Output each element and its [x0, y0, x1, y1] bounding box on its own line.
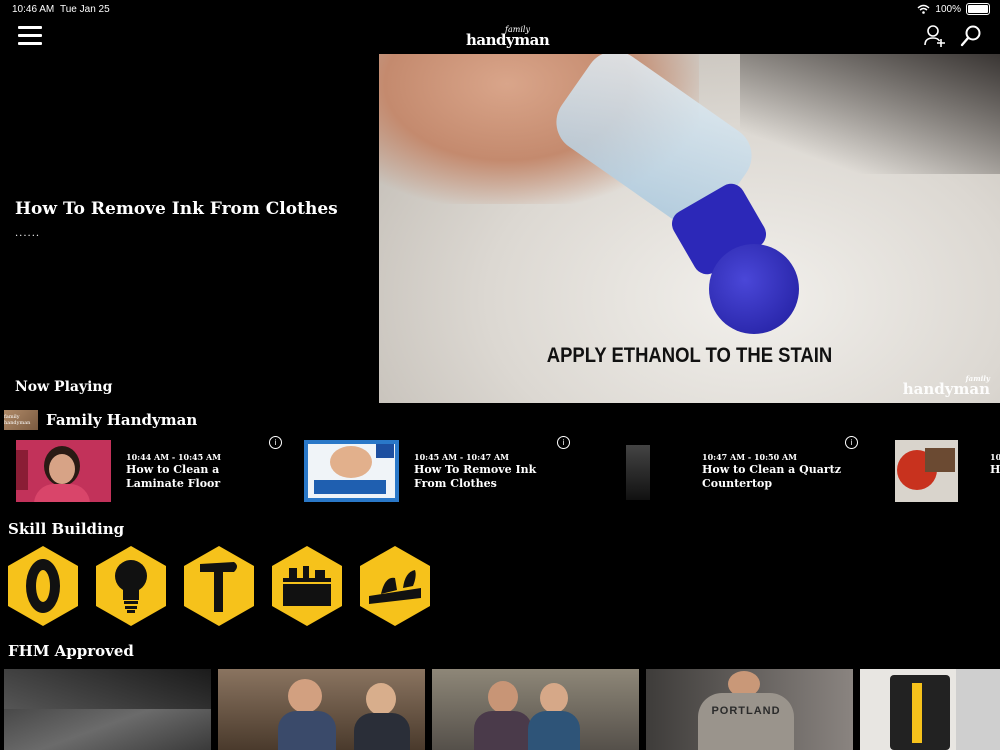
fhm-video-card[interactable] [218, 669, 425, 750]
battery-icon [966, 3, 990, 15]
video-player[interactable]: APPLY ETHANOL TO THE STAIN family handym… [379, 54, 1000, 403]
fhm-approved-row: PORTLAND [4, 669, 1000, 750]
info-icon[interactable]: i [269, 436, 282, 449]
status-bar: 10:46 AM Tue Jan 25 100% [0, 0, 1000, 20]
hero-title: How To Remove Ink From Clothes [15, 199, 338, 219]
schedule-time: 10:47 AM - 10:50 AM [702, 452, 798, 462]
status-date: Tue Jan 25 [60, 4, 110, 15]
tire-icon [26, 559, 60, 613]
schedule-thumbnail [16, 440, 111, 502]
schedule-title: How to Clean a Quartz Countertop [702, 463, 841, 490]
schedule-item[interactable]: 10:45 AM - 10:47 AM How To Remove Ink Fr… [304, 436, 574, 507]
channel-header[interactable]: family handyman Family Handyman [4, 410, 197, 430]
info-icon[interactable]: i [845, 436, 858, 449]
info-icon[interactable]: i [557, 436, 570, 449]
hero-description: ...... [15, 228, 41, 239]
skill-lightbulb[interactable] [96, 546, 166, 626]
schedule-time: 10:44 AM - 10:45 AM [126, 452, 222, 462]
top-bar: family handyman [0, 22, 1000, 54]
hammer-icon [200, 562, 237, 612]
schedule-item[interactable]: 10: Ho Vi [880, 437, 1000, 507]
video-background [740, 54, 1000, 174]
shirt-text: PORTLAND [711, 705, 781, 717]
top-icons [924, 24, 982, 48]
schedule-title: How to Clean a Laminate Floor [126, 463, 221, 490]
fhm-approved-title: FHM Approved [8, 642, 134, 660]
wifi-icon [917, 4, 930, 14]
status-time: 10:46 AM [12, 4, 55, 15]
video-caption: APPLY ETHANOL TO THE STAIN [546, 344, 833, 367]
hamburger-menu-icon[interactable] [18, 26, 42, 46]
fhm-video-card[interactable] [4, 669, 211, 750]
search-icon[interactable] [960, 24, 982, 48]
channel-name: Family Handyman [46, 411, 198, 429]
now-playing-label: Now Playing [15, 379, 113, 395]
skill-hammer[interactable] [184, 546, 254, 626]
status-right: 100% [917, 3, 990, 15]
skill-building-title: Skill Building [8, 520, 125, 538]
schedule-thumbnail [592, 440, 687, 502]
schedule-title: How To Remove Ink From Clothes [414, 463, 537, 490]
schedule-item[interactable]: 10:47 AM - 10:50 AM How to Clean a Quart… [592, 436, 862, 507]
schedule-time: 10:45 AM - 10:47 AM [414, 452, 510, 462]
video-watermark: family handyman [902, 374, 990, 398]
schedule-time: 10: [990, 452, 1000, 462]
schedule-title: Ho Vi [990, 463, 1000, 476]
skill-building-row [8, 546, 430, 626]
add-user-icon[interactable] [924, 24, 946, 48]
channel-thumbnail: family handyman [4, 410, 38, 430]
schedule-item[interactable]: 10:44 AM - 10:45 AM How to Clean a Lamin… [16, 436, 286, 507]
schedule-thumbnail [895, 440, 958, 502]
skill-toolbox[interactable] [272, 546, 342, 626]
lightbulb-icon [115, 560, 147, 613]
fhm-video-card[interactable] [432, 669, 639, 750]
fhm-video-card[interactable] [860, 669, 1000, 750]
schedule-thumbnail [304, 440, 399, 502]
skill-tire[interactable] [8, 546, 78, 626]
hand-plane-icon [369, 570, 421, 604]
fhm-video-card[interactable]: PORTLAND [646, 669, 853, 750]
family-handyman-logo: family handyman [466, 25, 550, 49]
battery-percent: 100% [935, 3, 961, 15]
toolbox-icon [283, 566, 331, 606]
video-bottle-cap [709, 244, 799, 334]
skill-hand-plane[interactable] [360, 546, 430, 626]
